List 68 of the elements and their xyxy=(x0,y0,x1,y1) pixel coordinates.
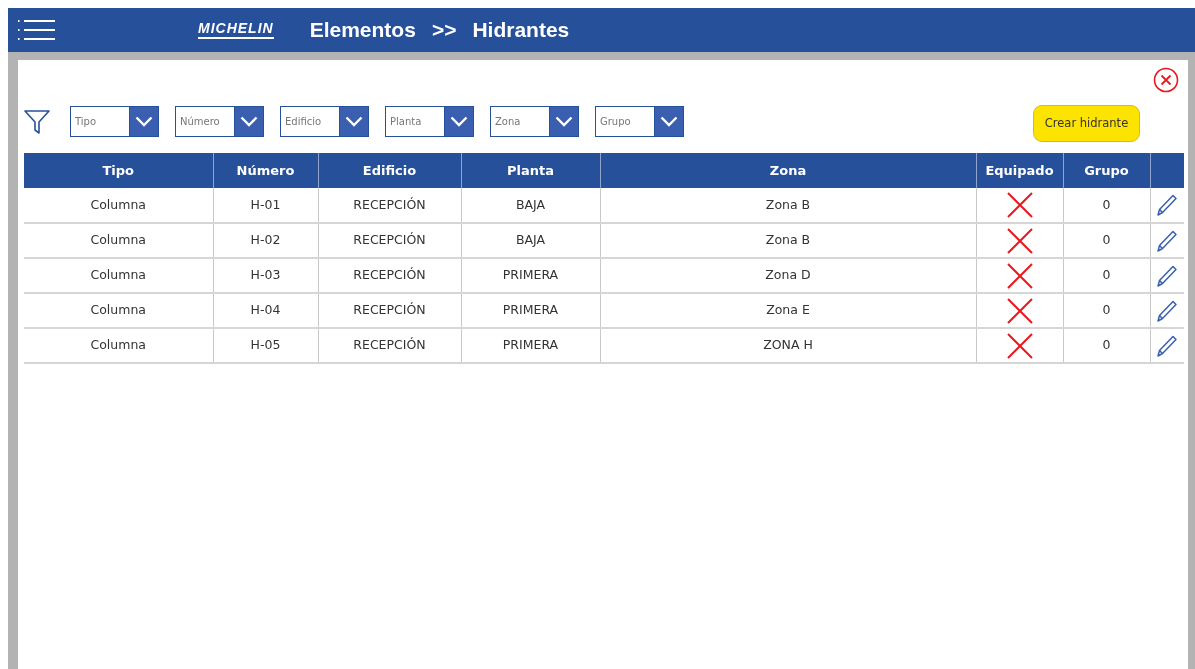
chevron-down-icon xyxy=(345,116,363,127)
pencil-icon[interactable] xyxy=(1156,298,1179,323)
table-cell: RECEPCIÓN xyxy=(318,188,461,223)
column-header: Equipado xyxy=(976,153,1063,188)
pencil-icon[interactable] xyxy=(1156,333,1179,358)
breadcrumb-separator: >> xyxy=(431,17,457,44)
table-cell: H-01 xyxy=(213,188,318,223)
column-header: Planta xyxy=(461,153,600,188)
chevron-down-icon xyxy=(555,116,573,127)
breadcrumb-item[interactable]: Hidrantes xyxy=(472,14,570,46)
table-cell: Columna xyxy=(24,188,213,223)
filter-field[interactable]: Zona xyxy=(490,106,549,137)
create-button[interactable]: Crear hidrante xyxy=(1033,105,1140,142)
column-header: Número xyxy=(213,153,318,188)
table-cell: 0 xyxy=(1063,293,1150,328)
table-cell: Columna xyxy=(24,293,213,328)
table-cell: H-03 xyxy=(213,258,318,293)
table-cell: ZONA H xyxy=(600,328,976,363)
table-cell: 0 xyxy=(1063,328,1150,363)
table-cell: 0 xyxy=(1063,188,1150,223)
table-cell: Columna xyxy=(24,223,213,258)
table-cell: Columna xyxy=(24,328,213,363)
table-cell: BAJA xyxy=(461,223,600,258)
chevron-down-icon xyxy=(450,116,468,127)
table-cell: H-04 xyxy=(213,293,318,328)
filter-icon[interactable] xyxy=(24,109,50,134)
brand-logo: MICHELIN xyxy=(198,21,274,39)
filter-field[interactable]: Tipo xyxy=(70,106,129,137)
table-cell: Zona B xyxy=(600,188,976,223)
column-header: Edificio xyxy=(318,153,461,188)
dropdown-button[interactable] xyxy=(234,106,264,137)
filter-field[interactable]: Número xyxy=(175,106,234,137)
table-cell: Zona B xyxy=(600,223,976,258)
table-cell: 0 xyxy=(1063,258,1150,293)
dropdown-button[interactable] xyxy=(549,106,579,137)
filter-field[interactable]: Grupo xyxy=(595,106,654,137)
table-cell: Zona D xyxy=(600,258,976,293)
dropdown-button[interactable] xyxy=(654,106,684,137)
filter-field[interactable]: Edificio xyxy=(280,106,339,137)
table-cell: PRIMERA xyxy=(461,328,600,363)
pencil-icon[interactable] xyxy=(1156,228,1179,253)
table-cell: H-05 xyxy=(213,328,318,363)
dropdown-button[interactable] xyxy=(339,106,369,137)
table-cell: Zona E xyxy=(600,293,976,328)
table-cell: PRIMERA xyxy=(461,293,600,328)
table-cell: RECEPCIÓN xyxy=(318,293,461,328)
chevron-down-icon xyxy=(660,116,678,127)
column-header: Zona xyxy=(600,153,976,188)
table-cell: RECEPCIÓN xyxy=(318,223,461,258)
dropdown-button[interactable] xyxy=(129,106,159,137)
dropdown-button[interactable] xyxy=(444,106,474,137)
chevron-down-icon xyxy=(240,116,258,127)
column-header: Grupo xyxy=(1063,153,1150,188)
column-header: Tipo xyxy=(24,153,213,188)
menu-icon[interactable] xyxy=(18,18,58,42)
breadcrumb-item[interactable]: Elementos xyxy=(309,14,416,46)
table-cell: BAJA xyxy=(461,188,600,223)
pencil-icon[interactable] xyxy=(1156,193,1179,217)
table-cell: H-02 xyxy=(213,223,318,258)
filter-field[interactable]: Planta xyxy=(385,106,444,137)
chevron-down-icon xyxy=(135,116,153,127)
table-cell: RECEPCIÓN xyxy=(318,258,461,293)
table-cell: Columna xyxy=(24,258,213,293)
table-cell: RECEPCIÓN xyxy=(318,328,461,363)
table-cell: PRIMERA xyxy=(461,258,600,293)
close-icon[interactable] xyxy=(1153,67,1179,93)
table-cell: 0 xyxy=(1063,223,1150,258)
pencil-icon[interactable] xyxy=(1156,263,1179,288)
